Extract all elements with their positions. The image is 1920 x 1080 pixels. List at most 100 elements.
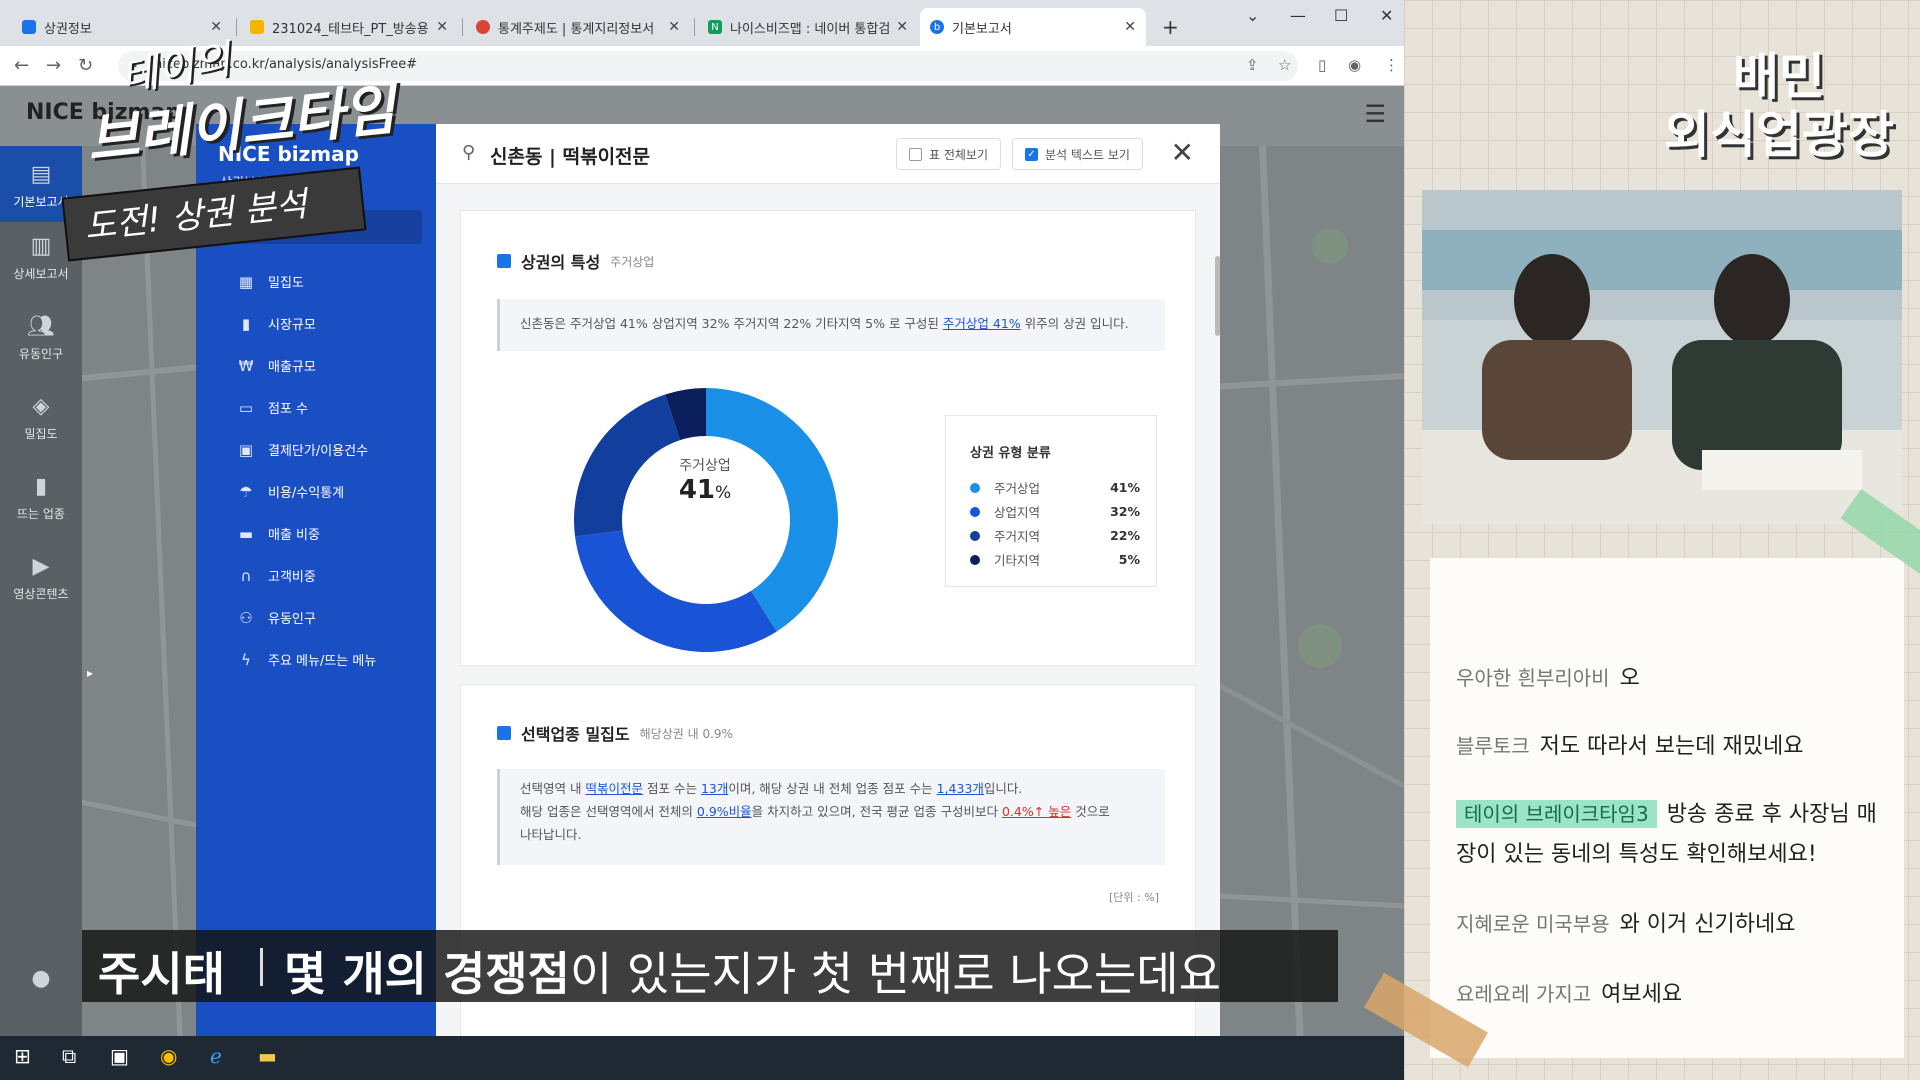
maximize-icon[interactable]: ☐	[1334, 6, 1348, 25]
tab-statistics[interactable]: 통계주제도 | 통계지리정보서 ✕	[466, 8, 690, 46]
window-close-icon[interactable]: ✕	[1380, 6, 1393, 25]
chat-text: 와 이거 신기하네요	[1619, 912, 1796, 937]
store-icon: ▭	[238, 398, 254, 417]
report-modal: ⚲ 신촌동 | 떡볶이전문 표 전체보기 ✓ 분석 텍스트 보기 ✕ 상권의 특…	[436, 124, 1220, 1036]
panel-item-payment[interactable]: ▣ 결제단가/이용건수	[236, 440, 368, 460]
expand-arrow-icon[interactable]: ▸	[84, 666, 96, 680]
forward-icon[interactable]: →	[46, 55, 61, 76]
panel-item-store-count[interactable]: ▭ 점포 수	[236, 398, 308, 418]
layers-icon: ◈	[32, 394, 50, 419]
legend-dot-icon	[970, 506, 980, 517]
panel-item-density[interactable]: ▦ 밀집도	[236, 272, 304, 292]
slides-icon	[250, 20, 264, 34]
highlight-link[interactable]: 0.9%비율	[697, 804, 752, 819]
tab-search-icon[interactable]: ⌄	[1246, 6, 1259, 25]
profile-icon[interactable]: ◉	[1348, 56, 1361, 74]
legend-label: 주거상업	[994, 481, 1041, 496]
close-icon[interactable]: ✕	[668, 19, 680, 35]
user-icon[interactable]: ●	[0, 966, 82, 997]
panel-item-sales-size[interactable]: ₩ 매출규모	[236, 356, 316, 376]
share-icon[interactable]: ⇪	[1246, 56, 1259, 74]
tab-basic-report[interactable]: b 기본보고서 ✕	[920, 8, 1146, 46]
legend-label: 기타지역	[994, 553, 1041, 568]
checkbox-icon	[909, 147, 922, 161]
edge-icon[interactable]: ℯ	[210, 1044, 222, 1068]
legend-item: 기타지역 5%	[970, 550, 1140, 569]
chat-nick: 블루토크	[1456, 734, 1530, 758]
panel-item-customer-share[interactable]: ∩ 고객비중	[236, 566, 316, 586]
donut-center-label: 주거상업 41%	[678, 458, 732, 505]
close-icon[interactable]: ✕	[1124, 19, 1136, 35]
legend-value: 41%	[1110, 480, 1140, 495]
chat-message: 지혜로운 미국부용 와 이거 신기하네요	[1456, 904, 1886, 945]
modal-scrollbar[interactable]	[1215, 256, 1220, 336]
highlight-link[interactable]: 13개	[701, 781, 728, 796]
chat-message: 테이의 브레이크타임3 방송 종료 후 사장님 매장이 있는 동네의 특성도 확인…	[1456, 794, 1886, 875]
minimize-icon[interactable]: —	[1290, 6, 1306, 25]
donut-slice-2[interactable]	[575, 530, 777, 652]
legend-item: 주거상업 41%	[970, 478, 1140, 497]
reload-icon[interactable]: ↻	[78, 55, 93, 76]
tab-naver[interactable]: N 나이스비즈맵 : 네이버 통합검 ✕	[698, 8, 918, 46]
baemin-logo: 배민 외식업광장	[1664, 48, 1894, 164]
legend-dot-icon	[970, 530, 980, 541]
legend-item: 주거지역 22%	[970, 526, 1140, 545]
chat-message: 블루토크 저도 따라서 보는데 재밌네요	[1456, 726, 1886, 767]
tab-ppt[interactable]: 231024_테브타_PT_방송용.pp ✕	[240, 8, 458, 46]
donut-slice-1[interactable]	[706, 388, 838, 632]
section-description: 선택영역 내 떡볶이전문 점포 수는 13개이며, 해당 상권 내 전체 업종 …	[497, 769, 1165, 865]
task-view-icon[interactable]: ⧉	[62, 1044, 76, 1068]
close-icon[interactable]: ✕	[436, 19, 448, 35]
modal-title: 신촌동 | 떡볶이전문	[490, 146, 651, 168]
legend-title: 상권 유형 분류	[970, 446, 1051, 461]
menu-dots-icon[interactable]: ⋮	[1384, 56, 1399, 74]
grid-icon	[497, 726, 511, 740]
unit-label: [단위 : %]	[1109, 891, 1159, 904]
file-explorer-icon[interactable]: ▬	[258, 1044, 277, 1068]
panel-item-market-size[interactable]: ▮ 시장규모	[236, 314, 316, 334]
report-icon: ▤	[30, 162, 52, 187]
tab-favicon	[22, 20, 36, 34]
back-icon[interactable]: ←	[14, 55, 29, 76]
close-icon[interactable]: ✕	[896, 19, 908, 35]
wallet-icon: ▬	[238, 524, 254, 543]
panel-item-population[interactable]: ⚇ 유동인구	[236, 608, 316, 628]
modal-header: ⚲ 신촌동 | 떡볶이전문 표 전체보기 ✓ 분석 텍스트 보기 ✕	[436, 124, 1220, 184]
windows-start-icon[interactable]: ⊞	[14, 1044, 31, 1068]
chrome-icon[interactable]: ◉	[160, 1044, 177, 1068]
legend-label: 주거지역	[994, 529, 1041, 544]
highlight-link[interactable]: 떡볶이전문	[585, 781, 643, 796]
nav-rising-business[interactable]: ▮ 뜨는 업종	[0, 474, 82, 522]
store-icon[interactable]: ▣	[110, 1044, 129, 1068]
panel-item-cost-profit[interactable]: ☂ 비용/수익통계	[236, 482, 344, 502]
modal-close-icon[interactable]: ✕	[1171, 136, 1194, 169]
bar-chart-icon: ▮	[34, 474, 48, 499]
section-title: 상권의 특성 주거상업	[497, 249, 654, 273]
legend-value: 5%	[1118, 552, 1140, 567]
highlight-link[interactable]: 1,433개	[937, 781, 984, 796]
hamburger-menu-icon[interactable]: ☰	[1364, 100, 1386, 128]
subtitle-speaker: 주시태	[98, 947, 225, 1001]
chat-message: 우아한 흰부리아비 오	[1456, 658, 1886, 699]
nav-floating-population[interactable]: 👥︎ 유동인구	[0, 314, 82, 362]
webcam-feed	[1422, 190, 1902, 524]
chat-text: 저도 따라서 보는데 재밌네요	[1539, 734, 1804, 759]
nav-video-content[interactable]: ▶ 영상콘텐츠	[0, 554, 82, 602]
side-panel-icon[interactable]: ▯	[1318, 56, 1326, 74]
new-tab-button[interactable]: +	[1152, 8, 1182, 46]
section-characteristics: 상권의 특성 주거상업 신촌동은 주거상업 41% 상업지역 32% 주거지역 …	[460, 210, 1196, 666]
analysis-side-panel: NICE bizmap 상권분석 ▦밀집도 ▮시장규모 ₩매출규모 ▭점포 수 …	[196, 124, 436, 1036]
subtitle-bar: 주시태 몇 개의 경쟁점이 있는지가 첫 번째로 나오는데요	[82, 930, 1338, 1002]
analysis-text-toggle[interactable]: ✓ 분석 텍스트 보기	[1012, 138, 1143, 170]
panel-item-menu[interactable]: ϟ 주요 메뉴/뜨는 메뉴	[236, 650, 376, 670]
highlight-red-link[interactable]: 0.4%↑ 높은	[1002, 804, 1071, 819]
highlight-link[interactable]: 주거상업 41%	[943, 316, 1021, 331]
bookmark-star-icon[interactable]: ☆	[1278, 56, 1291, 74]
subtitle-divider	[260, 948, 263, 986]
panel-item-sales-share[interactable]: ▬ 매출 비중	[236, 524, 320, 544]
chat-text: 오	[1619, 666, 1640, 691]
table-full-view-toggle[interactable]: 표 전체보기	[896, 138, 1002, 170]
naver-icon: N	[708, 20, 722, 34]
nav-density[interactable]: ◈ 밀집도	[0, 394, 82, 442]
chat-nick: 지혜로운 미국부용	[1456, 912, 1610, 936]
